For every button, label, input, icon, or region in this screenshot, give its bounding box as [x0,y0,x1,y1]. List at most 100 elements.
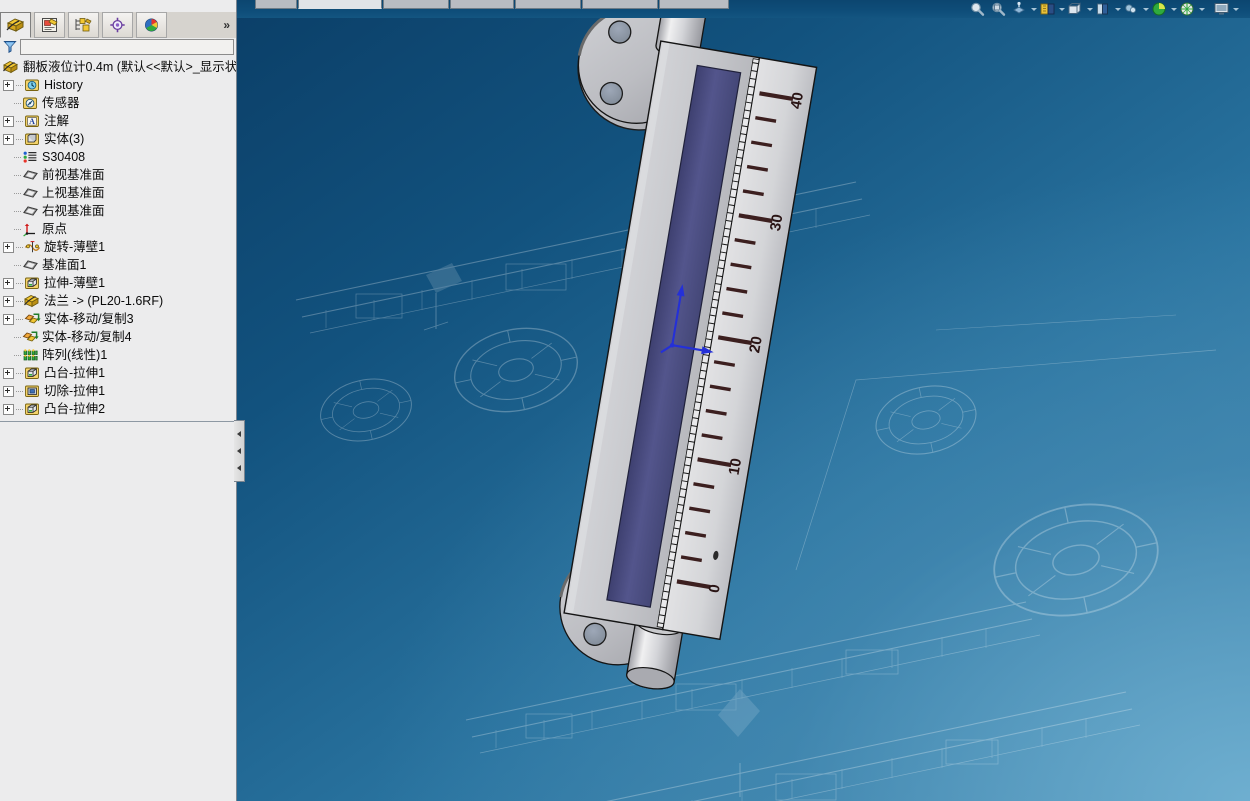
expand-toggle-icon[interactable] [3,403,14,415]
edit-appearance-caret[interactable] [1143,1,1149,17]
feature-tree-item-label: 原点 [42,222,68,236]
expand-toggle-icon[interactable] [3,133,14,145]
property-manager-tab[interactable] [34,12,65,38]
zoom-to-area-icon[interactable] [989,1,1008,17]
ribbon-tab-strip[interactable] [255,0,730,9]
scale-label: 40 [788,91,808,110]
tab-fragment-4[interactable] [450,0,514,9]
tab-fragment-1[interactable] [255,0,297,9]
feature-manager-tab-bar[interactable]: » [0,12,236,39]
tab-fragment-7[interactable] [659,0,729,9]
tree-connector [14,184,22,202]
view-orientation-caret[interactable] [1031,1,1037,17]
feature-tree-item[interactable]: 拉伸-薄壁1 [0,274,236,292]
graphics-area[interactable]: 40 30 20 10 0 [236,0,1250,801]
feature-tree-item[interactable]: 原点 [0,220,236,238]
filter-row [0,38,236,55]
feature-tree-item[interactable]: 上视基准面 [0,184,236,202]
expand-toggle-icon[interactable] [3,79,14,91]
viewport-layout-icon[interactable] [1212,1,1231,17]
level-gauge-model[interactable]: 403020100 [236,0,1250,801]
feature-tree-item[interactable]: 凸台-拉伸2 [0,400,236,418]
feature-tree[interactable]: 翻板液位计0.4m (默认<<默认>_显示状 History 传感器 A 注解 实体(3)… [0,58,236,422]
display-style-icon[interactable] [1066,1,1085,17]
display-manager-tab[interactable] [136,12,167,38]
svg-text:A: A [29,117,35,126]
feature-tree-item[interactable]: 传感器 [0,94,236,112]
cut-extrude-icon [24,383,41,399]
apply-scene-caret[interactable] [1171,1,1177,17]
panel-collapse-handle[interactable] [234,420,245,482]
expand-toggle-icon[interactable] [3,313,14,325]
dimxpert-manager-tab[interactable] [102,12,133,38]
tree-connector [16,130,24,148]
sensors-icon [22,95,39,111]
feature-tree-item[interactable]: 法兰 -> (PL20-1.6RF) [0,292,236,310]
feature-tree-item[interactable]: 前视基准面 [0,166,236,184]
view-settings-icon[interactable] [1178,1,1197,17]
expand-toggle-icon[interactable] [3,277,14,289]
plane-icon [22,257,39,273]
tree-connector [16,274,24,292]
feature-tree-item-label: 阵列(线性)1 [42,348,108,362]
display-manager-icon [144,18,158,32]
heads-up-view-toolbar[interactable] [968,0,1239,17]
feature-tree-item[interactable]: 旋转-薄壁1 [0,238,236,256]
filter-funnel-icon[interactable] [3,40,17,54]
feature-tree-item-label: 旋转-薄壁1 [44,240,106,254]
feature-tree-item[interactable]: S30408 [0,148,236,166]
feature-tree-item[interactable]: 右视基准面 [0,202,236,220]
expand-toggle-icon[interactable] [3,115,14,127]
tree-connector [14,328,22,346]
tree-connector [16,292,24,310]
feature-tree-item[interactable]: 实体-移动/复制3 [0,310,236,328]
feature-tree-item[interactable]: 实体(3) [0,130,236,148]
plane-icon [22,203,39,219]
expand-toggle-icon[interactable] [3,241,14,253]
collapse-arrow-icon [237,465,241,472]
edit-appearance-icon[interactable] [1122,1,1141,17]
view-orientation-icon[interactable] [1010,1,1029,17]
tree-connector [14,256,22,274]
feature-tree-item-label: 基准面1 [42,258,87,272]
feature-tree-item[interactable]: 阵列(线性)1 [0,346,236,364]
zoom-to-fit-icon[interactable] [968,1,987,17]
feature-manager-panel: » 翻板液位计0.4m (默认<<默认>_显示状 History 传感器 A 注解 实体(… [0,0,237,801]
tab-fragment-2[interactable] [298,0,382,9]
tab-fragment-3[interactable] [383,0,449,9]
feature-tree-item[interactable]: 凸台-拉伸1 [0,364,236,382]
tree-connector [14,94,22,112]
section-view-caret[interactable] [1059,1,1065,17]
display-style-caret[interactable] [1087,1,1093,17]
feature-tree-item[interactable]: 切除-拉伸1 [0,382,236,400]
tree-connector [14,166,22,184]
expand-toggle-icon[interactable] [3,295,14,307]
feature-tree-item[interactable]: History [0,76,236,94]
hide-show-items-icon[interactable] [1094,1,1113,17]
tree-connector [14,148,22,166]
hide-show-items-caret[interactable] [1115,1,1121,17]
tab-overflow-chevron[interactable]: » [223,18,230,32]
feature-tree-item[interactable]: A 注解 [0,112,236,130]
section-view-icon[interactable] [1038,1,1057,17]
apply-scene-icon[interactable] [1150,1,1169,17]
feature-tree-item-label: 凸台-拉伸1 [44,366,106,380]
feature-tree-item[interactable]: 实体-移动/复制4 [0,328,236,346]
scale-label: 10 [726,457,746,476]
viewport-layout-caret[interactable] [1233,1,1239,17]
tree-connector [14,220,22,238]
feature-tree-item[interactable]: 基准面1 [0,256,236,274]
expand-toggle-icon[interactable] [3,367,14,379]
tab-fragment-5[interactable] [515,0,581,9]
boss-extrude-icon [24,365,41,381]
expand-toggle-icon[interactable] [3,385,14,397]
part-document-icon [24,293,41,309]
tree-filter-input[interactable] [20,39,234,55]
feature-tree-tab[interactable] [0,12,31,38]
feature-tree-item-label: 实体-移动/复制3 [44,312,134,326]
view-settings-caret[interactable] [1199,1,1205,17]
configuration-manager-tab[interactable] [68,12,99,38]
feature-tree-root[interactable]: 翻板液位计0.4m (默认<<默认>_显示状 [0,58,236,76]
tab-fragment-6[interactable] [582,0,658,9]
